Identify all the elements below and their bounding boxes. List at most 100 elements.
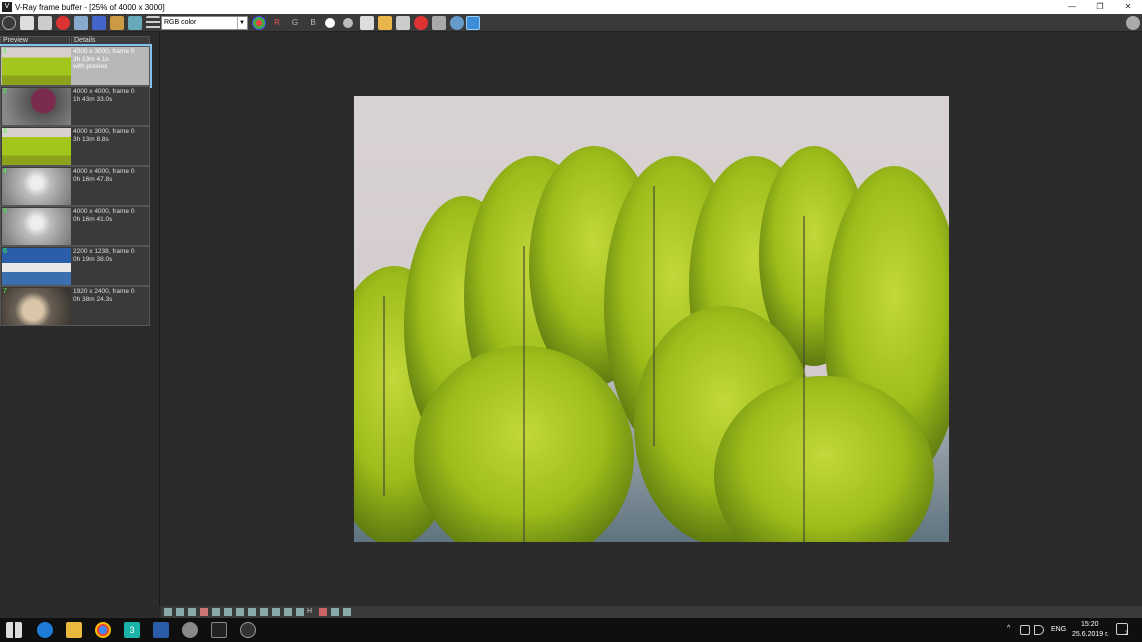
- white-balance-icon[interactable]: [248, 608, 256, 616]
- color-picker-icon[interactable]: [188, 608, 196, 616]
- settings-icon[interactable]: [1126, 16, 1140, 30]
- lens-effects-icon[interactable]: [128, 16, 142, 30]
- render-history-panel: Preview Details 1 4000 x 3000, frame 0 3…: [0, 33, 160, 606]
- stop-render-icon[interactable]: [414, 16, 428, 30]
- history-item[interactable]: 7 1920 x 2400, frame 0 0h 38m 24.3s: [0, 286, 150, 326]
- history-thumbnail: [2, 128, 71, 165]
- mono-icon[interactable]: [343, 18, 353, 28]
- vertical-split-icon[interactable]: [319, 608, 327, 616]
- green-channel-button[interactable]: G: [288, 16, 302, 30]
- history-index: 3: [3, 128, 7, 135]
- split-icon[interactable]: [343, 608, 351, 616]
- history-resolution: 4000 x 4000, frame 0: [73, 168, 135, 175]
- app-icon[interactable]: [182, 622, 198, 638]
- menu-icon[interactable]: [146, 16, 160, 30]
- history-details: 4000 x 3000, frame 0 3h 13m 8.8s: [73, 128, 149, 143]
- render-icon[interactable]: [450, 16, 464, 30]
- lut-icon[interactable]: [260, 608, 268, 616]
- history-render-time: 0h 16m 41.0s: [73, 215, 113, 223]
- chevron-up-icon[interactable]: ^: [1007, 625, 1010, 632]
- image-info-icon[interactable]: [164, 608, 172, 616]
- edge-browser-icon[interactable]: [37, 622, 53, 638]
- history-details: 2200 x 1238, frame 0 0h 19m 38.0s: [73, 248, 149, 263]
- clock-time[interactable]: 15:20: [1081, 621, 1099, 628]
- render-region-icon[interactable]: [466, 16, 480, 30]
- horizontal-split-icon[interactable]: [331, 608, 339, 616]
- clock-date[interactable]: 25.6.2019 г.: [1072, 631, 1109, 638]
- notification-count: 2: [1125, 631, 1129, 637]
- exposure-icon[interactable]: [236, 608, 244, 616]
- history-index: 7: [3, 288, 7, 295]
- terminal-icon[interactable]: [211, 622, 227, 638]
- preview-column-header[interactable]: Preview: [0, 36, 70, 45]
- save-all-icon[interactable]: [38, 16, 52, 30]
- chrome-icon[interactable]: [95, 622, 111, 638]
- color-correction-icon[interactable]: [200, 608, 208, 616]
- load-image-icon[interactable]: [378, 16, 392, 30]
- history-details: 4000 x 3000, frame 0 3h 13m 4.1s with pr…: [73, 48, 149, 71]
- history-index: 4: [3, 168, 7, 175]
- history-item[interactable]: 2 4000 x 4000, frame 0 1h 43m 33.0s: [0, 86, 150, 126]
- a-icon[interactable]: [92, 16, 106, 30]
- history-render-time: 0h 16m 47.8s: [73, 175, 113, 183]
- region-icon[interactable]: [74, 16, 88, 30]
- clipboard-icon[interactable]: [396, 16, 410, 30]
- red-channel-button[interactable]: R: [270, 16, 284, 30]
- history-render-time: 3h 13m 4.1s: [73, 55, 109, 63]
- history-item[interactable]: 5 4000 x 4000, frame 0 0h 16m 41.0s: [0, 206, 150, 246]
- file-explorer-icon[interactable]: [66, 622, 82, 638]
- levels-icon[interactable]: [212, 608, 220, 616]
- save-image-icon[interactable]: [360, 16, 374, 30]
- history-item[interactable]: 6 2200 x 1238, frame 0 0h 19m 38.0s: [0, 246, 150, 286]
- compare-icon[interactable]: [110, 16, 124, 30]
- history-details: 4000 x 4000, frame 0 1h 43m 33.0s: [73, 88, 149, 103]
- curves-icon[interactable]: [224, 608, 232, 616]
- history-details: 4000 x 4000, frame 0 0h 16m 41.0s: [73, 208, 149, 223]
- history-index: 5: [3, 208, 7, 215]
- alpha-white-icon[interactable]: [325, 18, 335, 28]
- color-channels-icon[interactable]: [252, 16, 266, 30]
- history-resolution: 4000 x 4000, frame 0: [73, 208, 135, 215]
- chevron-down-icon: ▼: [237, 17, 246, 29]
- region-stats-icon[interactable]: [176, 608, 184, 616]
- window-title: V-Ray frame buffer - [25% of 4000 x 3000…: [15, 2, 165, 12]
- history-details: 1920 x 2400, frame 0 0h 38m 24.3s: [73, 288, 149, 303]
- main-toolbar: RGB color ▼ R G B: [0, 14, 1142, 32]
- channel-select[interactable]: RGB color ▼: [161, 16, 248, 30]
- history-index: 6: [3, 248, 7, 255]
- rendered-image: [354, 96, 949, 542]
- teamviewer-icon[interactable]: [153, 622, 169, 638]
- vray-taskbar-icon[interactable]: [240, 622, 256, 638]
- history-thumbnail: [2, 168, 71, 205]
- volume-icon[interactable]: [1034, 625, 1044, 635]
- history-item[interactable]: 3 4000 x 3000, frame 0 3h 13m 8.8s: [0, 126, 150, 166]
- history-thumbnail: [2, 208, 71, 245]
- 3ds-max-icon[interactable]: 3: [124, 622, 140, 638]
- restore-button[interactable]: ❐: [1086, 0, 1114, 14]
- render-viewport[interactable]: [161, 33, 1142, 606]
- history-index: 2: [3, 88, 7, 95]
- language-indicator[interactable]: ENG: [1051, 626, 1066, 633]
- history-resolution: 4000 x 4000, frame 0: [73, 88, 135, 95]
- history-h-button[interactable]: H: [307, 608, 312, 615]
- ocio-icon[interactable]: [272, 608, 280, 616]
- save-icon[interactable]: [20, 16, 34, 30]
- blue-channel-button[interactable]: B: [306, 16, 320, 30]
- vray-frame-buffer-window: V V-Ray frame buffer - [25% of 4000 x 30…: [0, 0, 1142, 642]
- minimize-button[interactable]: —: [1058, 0, 1086, 14]
- network-icon[interactable]: [1020, 625, 1030, 635]
- history-header: Preview Details: [0, 36, 150, 45]
- history-index: 1: [3, 48, 7, 55]
- compare-ab-icon[interactable]: [296, 608, 304, 616]
- history-resolution: 1920 x 2400, frame 0: [73, 288, 135, 295]
- srgb-icon[interactable]: [284, 608, 292, 616]
- history-render-time: 0h 19m 38.0s: [73, 255, 113, 263]
- close-button[interactable]: ✕: [1114, 0, 1142, 14]
- history-item[interactable]: 4 4000 x 4000, frame 0 0h 16m 47.8s: [0, 166, 150, 206]
- pan-icon[interactable]: [432, 16, 446, 30]
- history-item[interactable]: 1 4000 x 3000, frame 0 3h 13m 4.1s with …: [0, 44, 152, 88]
- power-icon[interactable]: [2, 16, 16, 30]
- clear-image-icon[interactable]: [56, 16, 70, 30]
- details-column-header[interactable]: Details: [71, 36, 150, 45]
- windows-start-icon[interactable]: [6, 622, 22, 638]
